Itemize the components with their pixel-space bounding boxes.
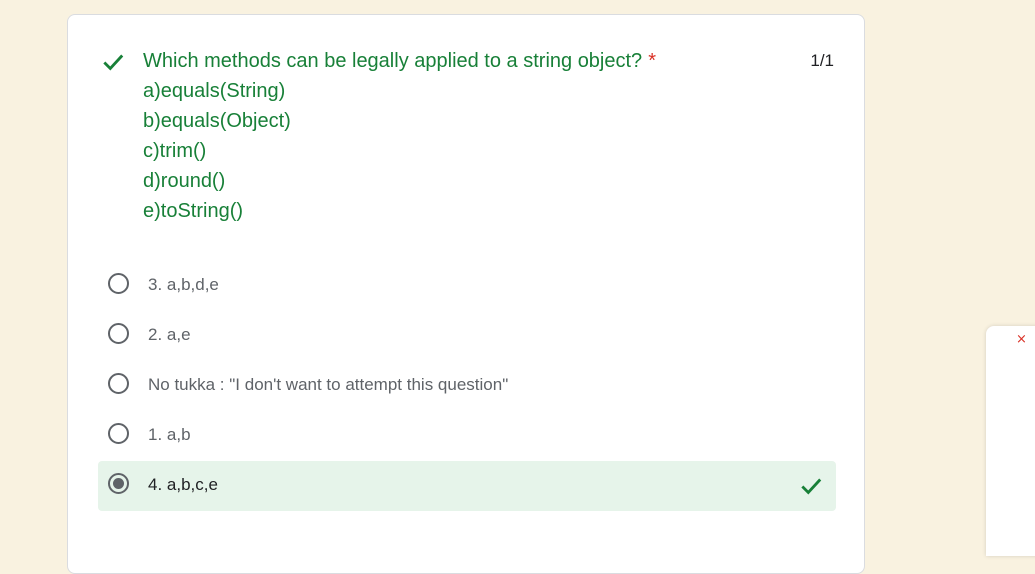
option-item[interactable]: 3. a,b,d,e: [98, 261, 836, 311]
question-line: e)toString(): [143, 200, 244, 222]
option-label: 3. a,b,d,e: [148, 275, 219, 294]
question-title: Which methods can be legally applied to …: [143, 50, 656, 72]
option-label: 4. a,b,c,e: [148, 475, 218, 494]
option-label: 2. a,e: [148, 325, 191, 344]
score-label: 1/1: [810, 51, 834, 70]
correct-check-icon: [801, 478, 822, 495]
close-icon[interactable]: ×: [1016, 332, 1027, 347]
question-line: b)equals(Object): [143, 110, 291, 132]
check-icon: [103, 54, 124, 71]
radio-button-checked[interactable]: [108, 473, 129, 494]
radio-button[interactable]: [108, 423, 129, 444]
radio-button[interactable]: [108, 273, 129, 294]
question-line: c)trim(): [143, 140, 207, 162]
question-card: Which methods can be legally applied to …: [67, 14, 865, 574]
option-item[interactable]: 2. a,e: [98, 311, 836, 361]
option-item-selected[interactable]: 4. a,b,c,e: [98, 461, 836, 511]
radio-button[interactable]: [108, 373, 129, 394]
question-line: d)round(): [143, 170, 226, 192]
question-line: a)equals(String): [143, 80, 286, 102]
option-label: 1. a,b: [148, 425, 191, 444]
option-item[interactable]: 1. a,b: [98, 411, 836, 461]
option-label: No tukka : "I don't want to attempt this…: [148, 375, 509, 394]
question-text: Which methods can be legally applied to …: [143, 46, 783, 226]
radio-button[interactable]: [108, 323, 129, 344]
required-marker: *: [648, 50, 656, 72]
option-item[interactable]: No tukka : "I don't want to attempt this…: [98, 361, 836, 411]
side-panel: ×: [986, 326, 1035, 556]
